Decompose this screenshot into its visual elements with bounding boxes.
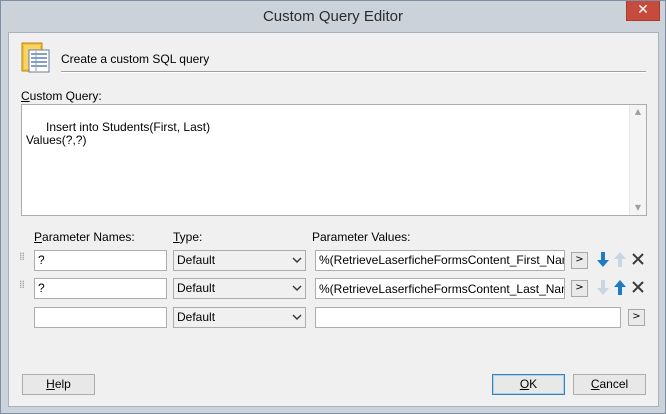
scroll-down-icon[interactable]: ▼ (630, 201, 646, 215)
parameter-type-select[interactable]: Default (173, 250, 306, 271)
custom-query-text: Insert into Students(First, Last) Values… (26, 120, 211, 147)
scroll-up-icon[interactable]: ▲ (630, 105, 646, 119)
parameter-type-select[interactable]: Default (173, 307, 306, 328)
type-label: Type: (173, 230, 202, 244)
parameter-names-label-text: arameter Names: (42, 230, 135, 244)
parameter-value-input[interactable] (315, 307, 621, 328)
move-down-icon (597, 280, 609, 295)
query-scrollbar[interactable]: ▲ ▼ (629, 105, 646, 215)
parameter-values-label: Parameter Values: (312, 230, 411, 244)
help-button-accel: H (46, 377, 55, 391)
ok-button-accel: O (519, 377, 530, 391)
dialog-client: Create a custom SQL query Custom Query: … (8, 32, 659, 407)
chevron-down-icon (292, 285, 302, 291)
chevron-down-icon (292, 257, 302, 263)
parameter-value-input[interactable]: %(RetrieveLaserficheFormsContent_Last_Na… (315, 278, 565, 299)
database-book-icon (21, 42, 50, 73)
custom-query-label-text: ustom Query: (29, 89, 102, 103)
parameter-name-input[interactable] (34, 307, 167, 328)
insert-token-button[interactable]: > (571, 280, 588, 297)
parameter-names-label: Parameter Names: (34, 230, 135, 244)
parameter-name-input[interactable]: ? (34, 278, 167, 299)
cancel-button-text: ancel (599, 377, 629, 391)
type-label-accel: T (173, 230, 180, 244)
custom-query-label-accel: C (21, 89, 30, 103)
help-button[interactable]: Help (22, 374, 95, 395)
drag-handle-icon[interactable]: ⁞⁞ (19, 279, 27, 295)
type-label-text: ype: (179, 230, 203, 244)
dialog-window: Custom Query Editor ✕ Create a custom SQ… (0, 0, 666, 414)
insert-token-button[interactable]: > (571, 252, 588, 269)
cancel-button[interactable]: Cancel (573, 374, 646, 395)
parameter-type-value: Default (177, 281, 216, 295)
custom-query-textarea[interactable]: Insert into Students(First, Last) Values… (21, 104, 647, 216)
parameter-value-input[interactable]: %(RetrieveLaserficheFormsContent_First_N… (315, 250, 565, 271)
parameter-type-select[interactable]: Default (173, 278, 306, 299)
move-up-icon (614, 252, 626, 267)
ok-button-text: K (529, 377, 538, 391)
title-bar[interactable]: Custom Query Editor ✕ (1, 1, 665, 32)
chevron-down-icon (292, 314, 302, 320)
ok-button[interactable]: OK (492, 374, 565, 395)
insert-token-button[interactable]: > (628, 309, 645, 326)
parameter-name-input[interactable]: ? (34, 250, 167, 271)
close-button[interactable]: ✕ (626, 1, 660, 21)
custom-query-label: Custom Query: (21, 89, 102, 103)
window-title: Custom Query Editor (262, 8, 404, 25)
drag-handle-icon[interactable]: ⁞⁞ (19, 251, 27, 267)
delete-icon[interactable] (631, 280, 645, 294)
header-divider (61, 71, 646, 73)
parameter-type-value: Default (177, 253, 216, 267)
header-text: Create a custom SQL query (61, 52, 210, 66)
help-button-text: elp (54, 377, 71, 391)
parameter-names-label-accel: P (34, 230, 43, 244)
delete-icon[interactable] (631, 252, 645, 266)
move-down-icon[interactable] (595, 251, 611, 268)
parameter-type-value: Default (177, 310, 216, 324)
move-up-icon[interactable] (612, 279, 628, 296)
parameter-value-text: %(RetrieveLaserficheFormsContent_Last_Na… (319, 282, 565, 296)
